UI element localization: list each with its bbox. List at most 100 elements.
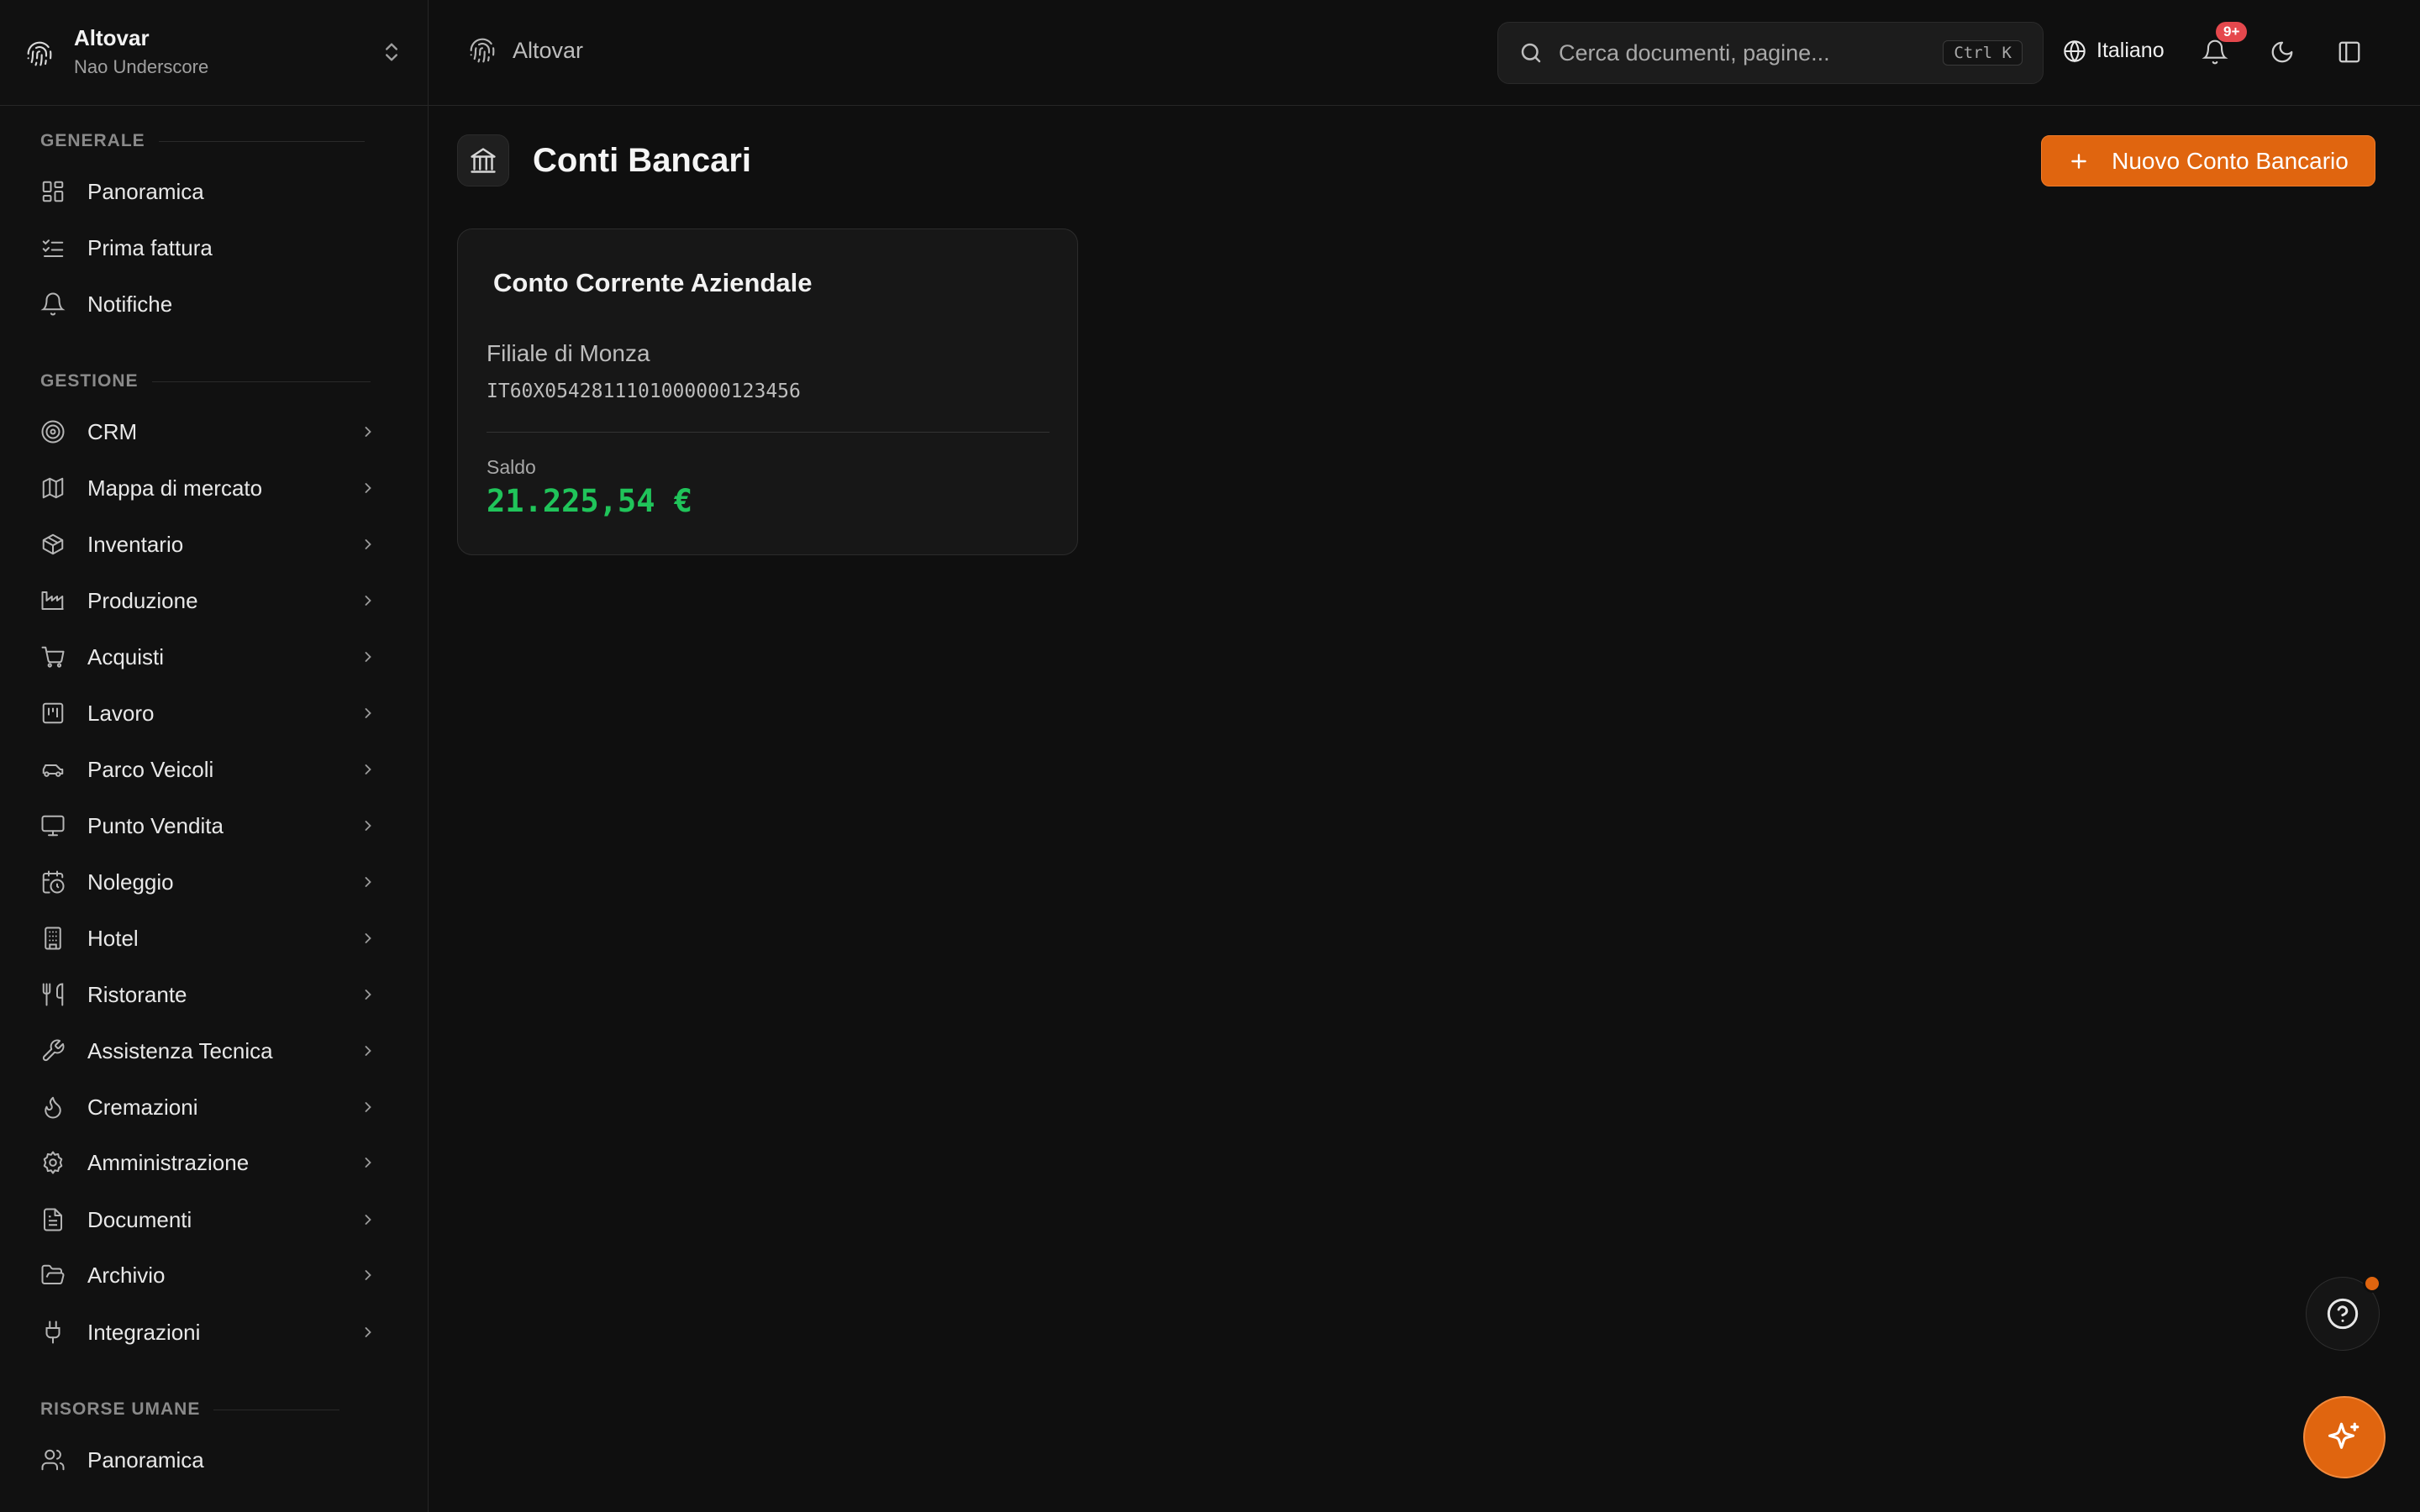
notifications-bell-icon[interactable] bbox=[2202, 39, 2228, 66]
sidebar-item-archivio[interactable]: Archivio bbox=[40, 1253, 376, 1297]
chevron-right-icon bbox=[360, 930, 376, 947]
chevron-right-icon bbox=[360, 536, 376, 553]
sidebar-item-prima-fattura[interactable]: Prima fattura bbox=[40, 226, 376, 270]
account-iban: IT60X0542811101000000123456 bbox=[487, 381, 801, 402]
fingerprint-icon bbox=[469, 37, 496, 64]
search-icon bbox=[1518, 40, 1544, 66]
sidebar-item-assistenza-tecnica[interactable]: Assistenza Tecnica bbox=[40, 1029, 376, 1073]
chevron-right-icon bbox=[360, 648, 376, 665]
topbar: Altovar Cerca documenti, pagine... Ctrl … bbox=[429, 0, 2420, 106]
balance-label: Saldo bbox=[487, 456, 536, 478]
card-divider bbox=[487, 432, 1050, 433]
chevrons-up-down-icon bbox=[380, 40, 403, 64]
panel-left-icon[interactable] bbox=[2337, 39, 2362, 65]
sidebar-item-label: Panoramica bbox=[87, 178, 204, 204]
cart-icon bbox=[40, 644, 66, 669]
globe-icon bbox=[2063, 39, 2086, 63]
sidebar-item-crm[interactable]: CRM bbox=[40, 410, 376, 454]
chevron-right-icon bbox=[360, 1211, 376, 1228]
sidebar-item-ristorante[interactable]: Ristorante bbox=[40, 973, 376, 1016]
help-circle-icon bbox=[2326, 1297, 2360, 1331]
section-risorse-umane: RISORSE UMANE bbox=[40, 1399, 340, 1420]
sidebar-item-label: Cremazioni bbox=[87, 1094, 198, 1120]
chevron-right-icon bbox=[360, 423, 376, 440]
factory-icon bbox=[40, 588, 66, 613]
sidebar-item-label: Ristorante bbox=[87, 981, 187, 1007]
sidebar-item-cremazioni[interactable]: Cremazioni bbox=[40, 1085, 376, 1129]
sidebar-item-label: CRM bbox=[87, 418, 138, 444]
chevron-right-icon bbox=[360, 1042, 376, 1059]
sparkles-icon bbox=[2327, 1420, 2362, 1455]
chevron-right-icon bbox=[360, 817, 376, 834]
breadcrumb[interactable]: Altovar bbox=[469, 37, 583, 64]
fingerprint-icon bbox=[26, 40, 53, 67]
new-bank-account-button[interactable]: Nuovo Conto Bancario bbox=[2041, 135, 2375, 186]
search-input[interactable]: Cerca documenti, pagine... Ctrl K bbox=[1497, 22, 2044, 84]
sidebar-item-label: Amministrazione bbox=[87, 1149, 250, 1175]
help-indicator-dot bbox=[2363, 1274, 2381, 1293]
sidebar-item-panoramica[interactable]: Panoramica bbox=[40, 170, 376, 213]
sidebar-item-produzione[interactable]: Produzione bbox=[40, 579, 376, 622]
gear-icon bbox=[40, 1150, 66, 1175]
sidebar-item-label: Produzione bbox=[87, 587, 198, 613]
sidebar-item-label: Noleggio bbox=[87, 869, 174, 895]
chevron-right-icon bbox=[360, 592, 376, 609]
sidebar-item-noleggio[interactable]: Noleggio bbox=[40, 860, 376, 904]
moon-icon[interactable] bbox=[2270, 39, 2295, 65]
org-switcher[interactable]: Altovar Nao Underscore bbox=[0, 0, 428, 106]
sidebar-item-label: Panoramica bbox=[87, 1446, 204, 1473]
chevron-right-icon bbox=[360, 986, 376, 1003]
sidebar-item-panoramica-hr[interactable]: Panoramica bbox=[40, 1438, 376, 1482]
flame-icon bbox=[40, 1095, 66, 1120]
folder-open-icon bbox=[40, 1263, 66, 1288]
page-title: Conti Bancari bbox=[533, 141, 752, 179]
sidebar: Altovar Nao Underscore GENERALE Panorami… bbox=[0, 0, 429, 1512]
chevron-right-icon bbox=[360, 1267, 376, 1284]
chevron-right-icon bbox=[360, 874, 376, 890]
sidebar-item-label: Integrazioni bbox=[87, 1319, 201, 1345]
sidebar-item-label: Parco Veicoli bbox=[87, 756, 214, 782]
chevron-right-icon bbox=[360, 1324, 376, 1341]
list-check-icon bbox=[40, 235, 66, 260]
package-icon bbox=[40, 532, 66, 557]
plug-icon bbox=[40, 1320, 66, 1345]
account-name: Conto Corrente Aziendale bbox=[493, 268, 813, 297]
sidebar-item-hotel[interactable]: Hotel bbox=[40, 916, 376, 960]
sidebar-item-inventario[interactable]: Inventario bbox=[40, 522, 376, 566]
kanban-icon bbox=[40, 701, 66, 726]
sidebar-item-label: Prima fattura bbox=[87, 234, 213, 260]
calendar-clock-icon bbox=[40, 869, 66, 895]
sidebar-item-integrazioni[interactable]: Integrazioni bbox=[40, 1310, 376, 1354]
org-name: Altovar bbox=[74, 25, 150, 50]
chevron-right-icon bbox=[360, 1154, 376, 1171]
sidebar-item-documenti[interactable]: Documenti bbox=[40, 1198, 376, 1242]
sidebar-item-parco-veicoli[interactable]: Parco Veicoli bbox=[40, 748, 376, 791]
sidebar-item-mappa-di-mercato[interactable]: Mappa di mercato bbox=[40, 466, 376, 510]
monitor-icon bbox=[40, 813, 66, 838]
ai-assistant-button[interactable] bbox=[2303, 1396, 2386, 1478]
notifications-badge: 9+ bbox=[2216, 22, 2248, 42]
bank-account-card[interactable]: Conto Corrente Aziendale Filiale di Monz… bbox=[457, 228, 1078, 555]
building-icon bbox=[40, 926, 66, 951]
sidebar-item-amministrazione[interactable]: Amministrazione bbox=[40, 1141, 376, 1184]
chevron-right-icon bbox=[360, 1099, 376, 1116]
new-bank-account-label: Nuovo Conto Bancario bbox=[2112, 147, 2349, 174]
sidebar-item-label: Notifiche bbox=[87, 291, 173, 317]
breadcrumb-label: Altovar bbox=[513, 37, 584, 63]
map-icon bbox=[40, 475, 66, 501]
sidebar-item-notifiche[interactable]: Notifiche bbox=[40, 282, 376, 326]
language-selector[interactable]: Italiano bbox=[2063, 39, 2165, 63]
sidebar-item-label: Documenti bbox=[87, 1206, 192, 1232]
plus-icon bbox=[2068, 150, 2090, 172]
sidebar-item-lavoro[interactable]: Lavoro bbox=[40, 691, 376, 735]
sidebar-item-punto-vendita[interactable]: Punto Vendita bbox=[40, 804, 376, 848]
search-placeholder: Cerca documenti, pagine... bbox=[1559, 39, 1830, 66]
sidebar-item-acquisti[interactable]: Acquisti bbox=[40, 635, 376, 679]
chevron-right-icon bbox=[360, 761, 376, 778]
dashboard-icon bbox=[40, 179, 66, 204]
target-icon bbox=[40, 419, 66, 444]
utensils-icon bbox=[40, 982, 66, 1007]
sidebar-item-label: Inventario bbox=[87, 531, 184, 557]
bank-icon bbox=[457, 134, 509, 186]
section-gestione: GESTIONE bbox=[40, 371, 371, 391]
